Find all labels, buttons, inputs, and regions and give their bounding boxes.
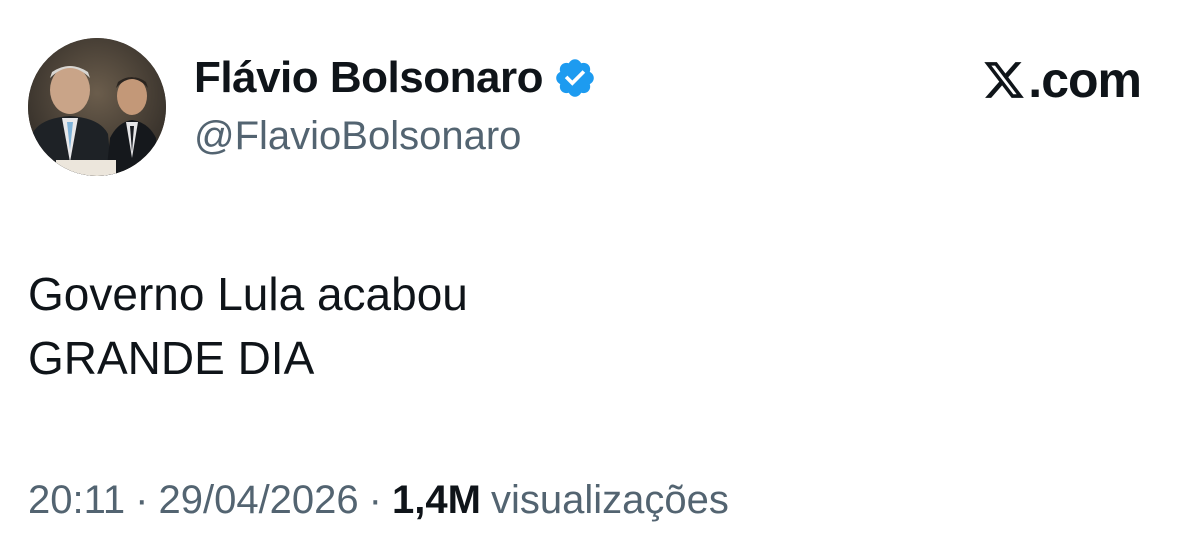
- views-label: visualizações: [490, 478, 729, 522]
- tweet-time[interactable]: 20:11: [28, 478, 125, 523]
- meta-separator: ·: [135, 478, 149, 522]
- tweet-card: Flávio Bolsonaro @FlavioBolsonaro .com G…: [0, 0, 1199, 546]
- tweet-text-line: GRANDE DIA: [28, 332, 315, 384]
- author-handle[interactable]: @FlavioBolsonaro: [194, 114, 521, 159]
- author-display-name[interactable]: Flávio Bolsonaro: [194, 53, 543, 103]
- meta-separator: ·: [368, 478, 382, 522]
- author-name-row: Flávio Bolsonaro: [194, 50, 597, 106]
- avatar[interactable]: [28, 38, 166, 176]
- views-count: 1,4M: [392, 478, 481, 522]
- tweet-text-line: Governo Lula acabou: [28, 268, 468, 320]
- tweet-date[interactable]: 29/04/2026: [158, 478, 358, 523]
- verified-badge-icon: [553, 56, 597, 100]
- avatar-photo-icon: [28, 38, 166, 176]
- tweet-meta: 20:11 · 29/04/2026 · 1,4M visualizações: [28, 478, 729, 523]
- brand-domain-label: .com: [1028, 52, 1142, 108]
- x-brand: .com: [982, 52, 1142, 108]
- x-logo-icon: [982, 58, 1026, 102]
- tweet-text: Governo Lula acabou GRANDE DIA: [28, 262, 468, 390]
